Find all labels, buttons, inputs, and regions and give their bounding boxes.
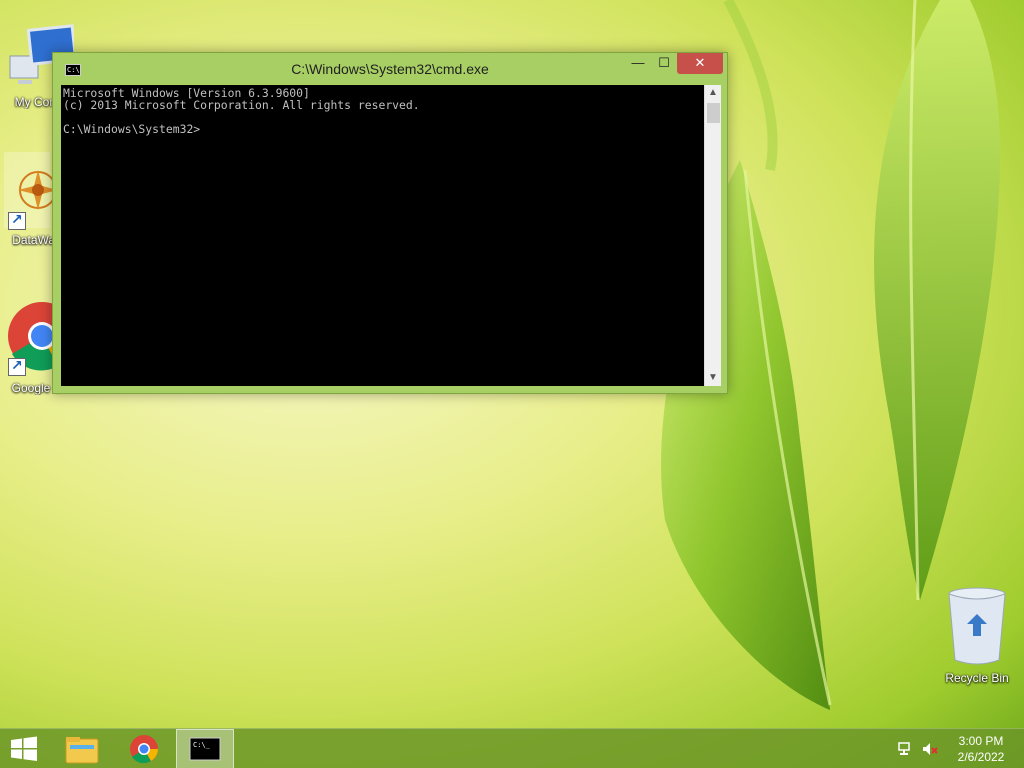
chrome-icon [130, 735, 158, 764]
console-output[interactable]: Microsoft Windows [Version 6.3.9600] (c) … [61, 85, 704, 386]
file-explorer-icon [65, 737, 99, 764]
taskbar: C:\_ 3:00 PM 2/6/2022 [0, 728, 1024, 768]
vertical-scrollbar[interactable]: ▲ ▼ [704, 85, 721, 386]
shortcut-arrow-icon [8, 357, 26, 376]
taskbar-chrome[interactable] [114, 729, 174, 768]
start-icon [11, 736, 37, 761]
minimize-button[interactable]: — [625, 53, 651, 74]
desktop-icon-recycle-bin[interactable]: Recycle Bin [940, 586, 1014, 685]
clock-time: 3:00 PM [958, 734, 1004, 748]
taskbar-file-explorer[interactable] [52, 729, 112, 768]
volume-muted-icon[interactable] [922, 741, 938, 757]
cmd-icon: C:\_ [189, 737, 221, 761]
console-prompt: C:\Windows\System32> [63, 122, 201, 136]
network-icon[interactable] [898, 741, 914, 757]
shortcut-arrow-icon [8, 211, 26, 230]
start-button[interactable] [0, 729, 48, 768]
scroll-up-icon[interactable]: ▲ [705, 85, 721, 101]
clock-date: 2/6/2022 [957, 750, 1005, 764]
cmd-window[interactable]: C:\ C:\Windows\System32\cmd.exe — ☐ ✕ Mi… [52, 52, 728, 394]
close-button[interactable]: ✕ [677, 53, 723, 74]
window-titlebar[interactable]: C:\ C:\Windows\System32\cmd.exe — ☐ ✕ [53, 53, 727, 85]
recycle-bin-icon [948, 587, 1006, 665]
system-clock[interactable]: 3:00 PM 2/6/2022 [946, 733, 1016, 765]
console-line-copyright: (c) 2013 Microsoft Corporation. All righ… [63, 98, 420, 112]
scroll-down-icon[interactable]: ▼ [705, 370, 721, 386]
taskbar-cmd[interactable]: C:\_ [176, 729, 234, 768]
svg-text:C:\_: C:\_ [193, 741, 211, 749]
maximize-button[interactable]: ☐ [651, 53, 677, 74]
recycle-bin-label: Recycle Bin [945, 671, 1009, 685]
scroll-thumb[interactable] [707, 103, 720, 123]
